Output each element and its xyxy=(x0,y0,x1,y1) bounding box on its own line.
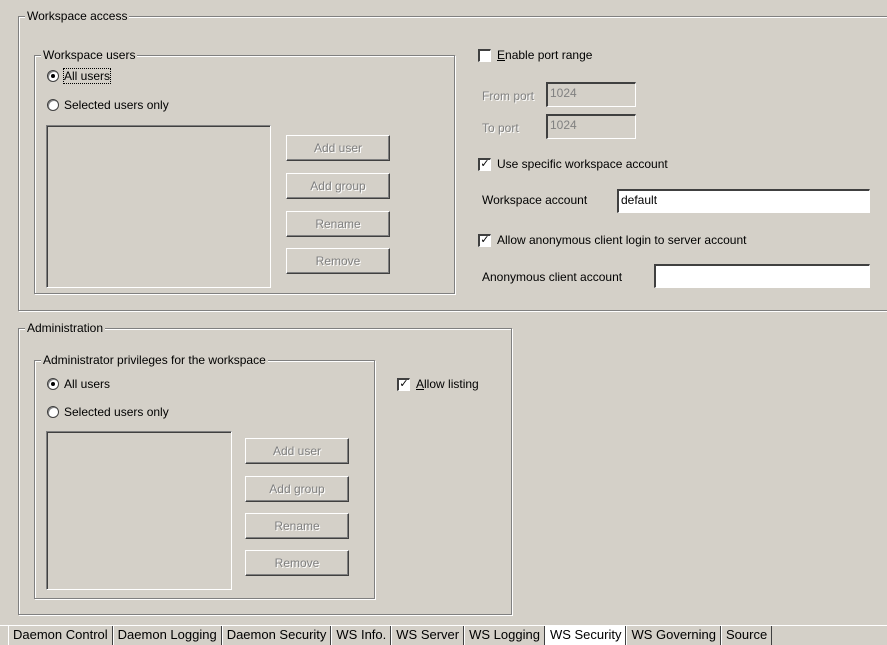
checkbox-checked-icon: ✓ xyxy=(397,377,410,391)
admin-radio-selected-users-label: Selected users only xyxy=(64,405,169,419)
radio-checked-icon xyxy=(47,378,59,390)
administration-title: Administration xyxy=(25,321,106,335)
admin-add-user-button[interactable]: Add user xyxy=(245,438,349,464)
allow-anonymous-label: Allow anonymous client login to server a… xyxy=(497,233,747,247)
anonymous-account-input[interactable] xyxy=(654,264,870,288)
allow-listing-label: Allow listing xyxy=(416,377,479,391)
allow-listing-checkbox[interactable]: ✓ Allow listing xyxy=(397,377,479,391)
admin-privileges-title: Administrator privileges for the workspa… xyxy=(41,353,268,367)
admin-radio-all-users[interactable]: All users xyxy=(47,377,110,391)
use-specific-account-label: Use specific workspace account xyxy=(497,157,668,171)
tab-source[interactable]: Source xyxy=(721,626,773,645)
checkbox-checked-icon: ✓ xyxy=(478,233,491,247)
tab-bar: Daemon Control Daemon Logging Daemon Sec… xyxy=(0,625,887,645)
radio-unchecked-icon xyxy=(47,406,59,418)
allow-listing-label-text: llow listing xyxy=(424,377,479,391)
from-port-label: From port xyxy=(482,89,535,103)
enable-port-range-checkbox[interactable]: Enable port range xyxy=(478,48,592,62)
workspace-account-label: Workspace account xyxy=(482,193,588,207)
ws-radio-all-users-label: All users xyxy=(62,68,112,84)
workspace-account-input[interactable]: default xyxy=(617,189,870,213)
from-port-input[interactable]: 1024 xyxy=(546,82,636,107)
to-port-input[interactable]: 1024 xyxy=(546,114,636,139)
tab-daemon-security[interactable]: Daemon Security xyxy=(221,626,332,645)
radio-unchecked-icon xyxy=(47,99,59,111)
workspace-users-title: Workspace users xyxy=(41,48,138,62)
admin-radio-selected-users[interactable]: Selected users only xyxy=(47,405,169,419)
radio-checked-icon xyxy=(47,70,59,82)
tab-ws-info[interactable]: WS Info. xyxy=(331,626,392,645)
ws-users-listbox[interactable] xyxy=(46,125,271,288)
checkbox-unchecked-icon xyxy=(478,48,491,62)
workspace-access-title: Workspace access xyxy=(25,9,130,23)
tab-daemon-control[interactable]: Daemon Control xyxy=(8,626,113,645)
ws-radio-selected-users-label: Selected users only xyxy=(64,98,169,112)
admin-rename-button[interactable]: Rename xyxy=(245,513,349,539)
enable-port-range-label: Enable port range xyxy=(497,48,593,62)
ws-rename-button[interactable]: Rename xyxy=(286,211,390,237)
admin-users-listbox[interactable] xyxy=(46,431,232,590)
admin-remove-button[interactable]: Remove xyxy=(245,550,349,576)
admin-add-group-button[interactable]: Add group xyxy=(245,476,349,502)
allow-anonymous-checkbox[interactable]: ✓ Allow anonymous client login to server… xyxy=(478,233,746,247)
tab-ws-security[interactable]: WS Security xyxy=(544,626,627,645)
anonymous-account-label: Anonymous client account xyxy=(482,270,623,284)
ws-radio-selected-users[interactable]: Selected users only xyxy=(47,98,169,112)
ws-remove-button[interactable]: Remove xyxy=(286,248,390,274)
tab-ws-logging[interactable]: WS Logging xyxy=(464,626,545,645)
admin-radio-all-users-label: All users xyxy=(64,377,111,391)
ws-radio-all-users[interactable]: All users xyxy=(47,68,112,84)
tab-ws-governing[interactable]: WS Governing xyxy=(626,626,721,645)
tab-daemon-logging[interactable]: Daemon Logging xyxy=(112,626,222,645)
ws-add-user-button[interactable]: Add user xyxy=(286,135,390,161)
enable-port-range-label-text: nable port range xyxy=(505,48,593,62)
to-port-label: To port xyxy=(482,121,519,135)
checkbox-checked-icon: ✓ xyxy=(478,157,491,171)
tab-ws-server[interactable]: WS Server xyxy=(391,626,465,645)
use-specific-account-checkbox[interactable]: ✓ Use specific workspace account xyxy=(478,157,668,171)
ws-add-group-button[interactable]: Add group xyxy=(286,173,390,199)
